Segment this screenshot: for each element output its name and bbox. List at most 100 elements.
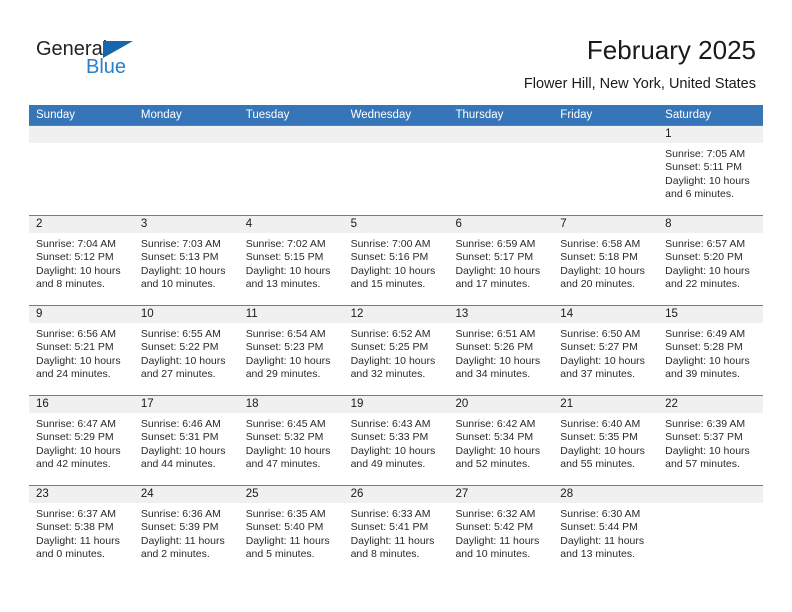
weekday-header-monday: Monday <box>140 109 182 121</box>
day-number[interactable]: 19 <box>344 396 449 413</box>
sunset-text: Sunset: 5:31 PM <box>140 431 219 444</box>
sunrise-text: Sunrise: 6:59 AM <box>455 238 536 250</box>
day-number[interactable] <box>658 486 763 503</box>
day-cell[interactable]: Sunrise: 6:37 AM Sunset: 5:38 PM Dayligh… <box>29 503 134 575</box>
day-cell[interactable]: Sunrise: 6:50 AM Sunset: 5:27 PM Dayligh… <box>553 323 658 395</box>
day-cell[interactable]: Sunrise: 6:55 AM Sunset: 5:22 PM Dayligh… <box>134 323 239 395</box>
day-cell[interactable]: Sunrise: 6:33 AM Sunset: 5:41 PM Dayligh… <box>344 503 449 575</box>
day-cell[interactable]: Sunrise: 6:58 AM Sunset: 5:18 PM Dayligh… <box>553 233 658 305</box>
day-number[interactable]: 14 <box>553 306 658 323</box>
day-number[interactable]: 21 <box>553 396 658 413</box>
day-cell[interactable]: Sunrise: 6:56 AM Sunset: 5:21 PM Dayligh… <box>29 323 134 395</box>
day-number[interactable]: 17 <box>134 396 239 413</box>
day-cell[interactable]: Sunrise: 6:39 AM Sunset: 5:37 PM Dayligh… <box>658 413 763 485</box>
day-cell[interactable]: Sunrise: 6:49 AM Sunset: 5:28 PM Dayligh… <box>658 323 763 395</box>
day-number[interactable]: 23 <box>29 486 134 503</box>
weekday-header-wednesday: Wednesday <box>350 109 412 121</box>
day-number[interactable]: 7 <box>553 216 658 233</box>
day-number[interactable]: 24 <box>134 486 239 503</box>
day-number[interactable] <box>239 126 344 143</box>
day-cell[interactable] <box>344 143 449 215</box>
day-cell[interactable]: Sunrise: 6:45 AM Sunset: 5:32 PM Dayligh… <box>239 413 344 485</box>
day-cell[interactable] <box>239 143 344 215</box>
day-number[interactable] <box>344 126 449 143</box>
day-cell[interactable]: Sunrise: 7:02 AM Sunset: 5:15 PM Dayligh… <box>239 233 344 305</box>
sunrise-text: Sunrise: 6:47 AM <box>36 418 116 430</box>
daylight-text-line1: Daylight: 10 hours <box>245 264 331 277</box>
day-cell[interactable]: Sunrise: 6:30 AM Sunset: 5:44 PM Dayligh… <box>553 503 658 575</box>
day-cell[interactable]: Sunrise: 6:54 AM Sunset: 5:23 PM Dayligh… <box>239 323 344 395</box>
day-cell[interactable]: Sunrise: 7:04 AM Sunset: 5:12 PM Dayligh… <box>29 233 134 305</box>
sunrise-text: Sunrise: 6:57 AM <box>665 238 746 250</box>
day-cell[interactable]: Sunrise: 6:51 AM Sunset: 5:26 PM Dayligh… <box>448 323 553 395</box>
day-cell[interactable]: Sunrise: 6:32 AM Sunset: 5:42 PM Dayligh… <box>448 503 553 575</box>
masthead: General Blue February 2025 Flower Hill, … <box>0 0 792 100</box>
day-number[interactable]: 15 <box>658 306 763 323</box>
sunrise-text: Sunrise: 6:56 AM <box>36 328 116 340</box>
day-cell[interactable]: Sunrise: 6:42 AM Sunset: 5:34 PM Dayligh… <box>448 413 553 485</box>
daylight-text-line2: and 32 minutes. <box>350 368 426 381</box>
daylight-text-line2: and 42 minutes. <box>36 458 111 471</box>
day-number[interactable]: 20 <box>448 396 553 413</box>
daylight-text-line2: and 10 minutes. <box>140 278 216 291</box>
day-number[interactable]: 18 <box>239 396 344 413</box>
day-number[interactable]: 12 <box>344 306 449 323</box>
day-number[interactable]: 5 <box>344 216 449 233</box>
daylight-text-line2: and 55 minutes. <box>560 458 636 471</box>
daylight-text-line1: Daylight: 10 hours <box>350 354 436 367</box>
day-cell[interactable]: Sunrise: 6:57 AM Sunset: 5:20 PM Dayligh… <box>658 233 763 305</box>
day-cell[interactable]: Sunrise: 6:52 AM Sunset: 5:25 PM Dayligh… <box>344 323 449 395</box>
daylight-text-line1: Daylight: 10 hours <box>245 354 331 367</box>
day-number[interactable]: 26 <box>344 486 449 503</box>
day-number[interactable]: 22 <box>658 396 763 413</box>
daylight-text-line1: Daylight: 10 hours <box>560 354 645 367</box>
day-cell[interactable]: Sunrise: 6:46 AM Sunset: 5:31 PM Dayligh… <box>134 413 239 485</box>
sunset-text: Sunset: 5:41 PM <box>350 521 429 534</box>
calendar-grid: Sunday Monday Tuesday Wednesday Thursday… <box>29 105 763 575</box>
day-number[interactable]: 1 <box>658 126 763 143</box>
day-number[interactable] <box>29 126 134 143</box>
day-cell[interactable] <box>658 503 763 575</box>
day-number[interactable]: 2 <box>29 216 134 233</box>
day-number[interactable] <box>134 126 239 143</box>
general-blue-logo[interactable]: General Blue <box>36 38 176 82</box>
day-cell[interactable] <box>29 143 134 215</box>
day-number[interactable]: 8 <box>658 216 763 233</box>
weekday-header-sunday: Sunday <box>36 109 76 121</box>
day-number[interactable]: 11 <box>239 306 344 323</box>
day-number-band: 2 3 4 5 6 7 8 <box>29 216 763 233</box>
sunrise-text: Sunrise: 6:39 AM <box>665 418 746 430</box>
day-number[interactable] <box>448 126 553 143</box>
day-cell[interactable]: Sunrise: 7:00 AM Sunset: 5:16 PM Dayligh… <box>344 233 449 305</box>
day-number[interactable]: 27 <box>448 486 553 503</box>
day-cell[interactable]: Sunrise: 7:03 AM Sunset: 5:13 PM Dayligh… <box>134 233 239 305</box>
sunset-text: Sunset: 5:40 PM <box>245 521 324 534</box>
sunset-text: Sunset: 5:28 PM <box>665 341 743 354</box>
day-number[interactable]: 6 <box>448 216 553 233</box>
day-number[interactable]: 3 <box>134 216 239 233</box>
daylight-text-line2: and 15 minutes. <box>350 278 426 291</box>
title-block: February 2025 Flower Hill, New York, Uni… <box>524 34 756 93</box>
daylight-text-line2: and 17 minutes. <box>455 278 531 291</box>
daylight-text-line2: and 49 minutes. <box>350 458 426 471</box>
day-number[interactable]: 28 <box>553 486 658 503</box>
day-number[interactable]: 25 <box>239 486 344 503</box>
day-cell[interactable]: Sunrise: 6:43 AM Sunset: 5:33 PM Dayligh… <box>344 413 449 485</box>
day-number[interactable]: 9 <box>29 306 134 323</box>
day-cell[interactable]: Sunrise: 6:36 AM Sunset: 5:39 PM Dayligh… <box>134 503 239 575</box>
day-number[interactable]: 4 <box>239 216 344 233</box>
sunrise-text: Sunrise: 7:03 AM <box>140 238 221 250</box>
day-cell[interactable] <box>134 143 239 215</box>
day-number[interactable]: 10 <box>134 306 239 323</box>
day-cell[interactable]: Sunrise: 7:05 AM Sunset: 5:11 PM Dayligh… <box>658 143 763 215</box>
day-cell[interactable]: Sunrise: 6:35 AM Sunset: 5:40 PM Dayligh… <box>239 503 344 575</box>
sunset-text: Sunset: 5:21 PM <box>36 341 114 354</box>
day-number[interactable]: 16 <box>29 396 134 413</box>
day-cell[interactable] <box>553 143 658 215</box>
day-cell[interactable] <box>448 143 553 215</box>
day-cell[interactable]: Sunrise: 6:47 AM Sunset: 5:29 PM Dayligh… <box>29 413 134 485</box>
day-cell[interactable]: Sunrise: 6:40 AM Sunset: 5:35 PM Dayligh… <box>553 413 658 485</box>
day-number[interactable]: 13 <box>448 306 553 323</box>
day-cell[interactable]: Sunrise: 6:59 AM Sunset: 5:17 PM Dayligh… <box>448 233 553 305</box>
day-number[interactable] <box>553 126 658 143</box>
